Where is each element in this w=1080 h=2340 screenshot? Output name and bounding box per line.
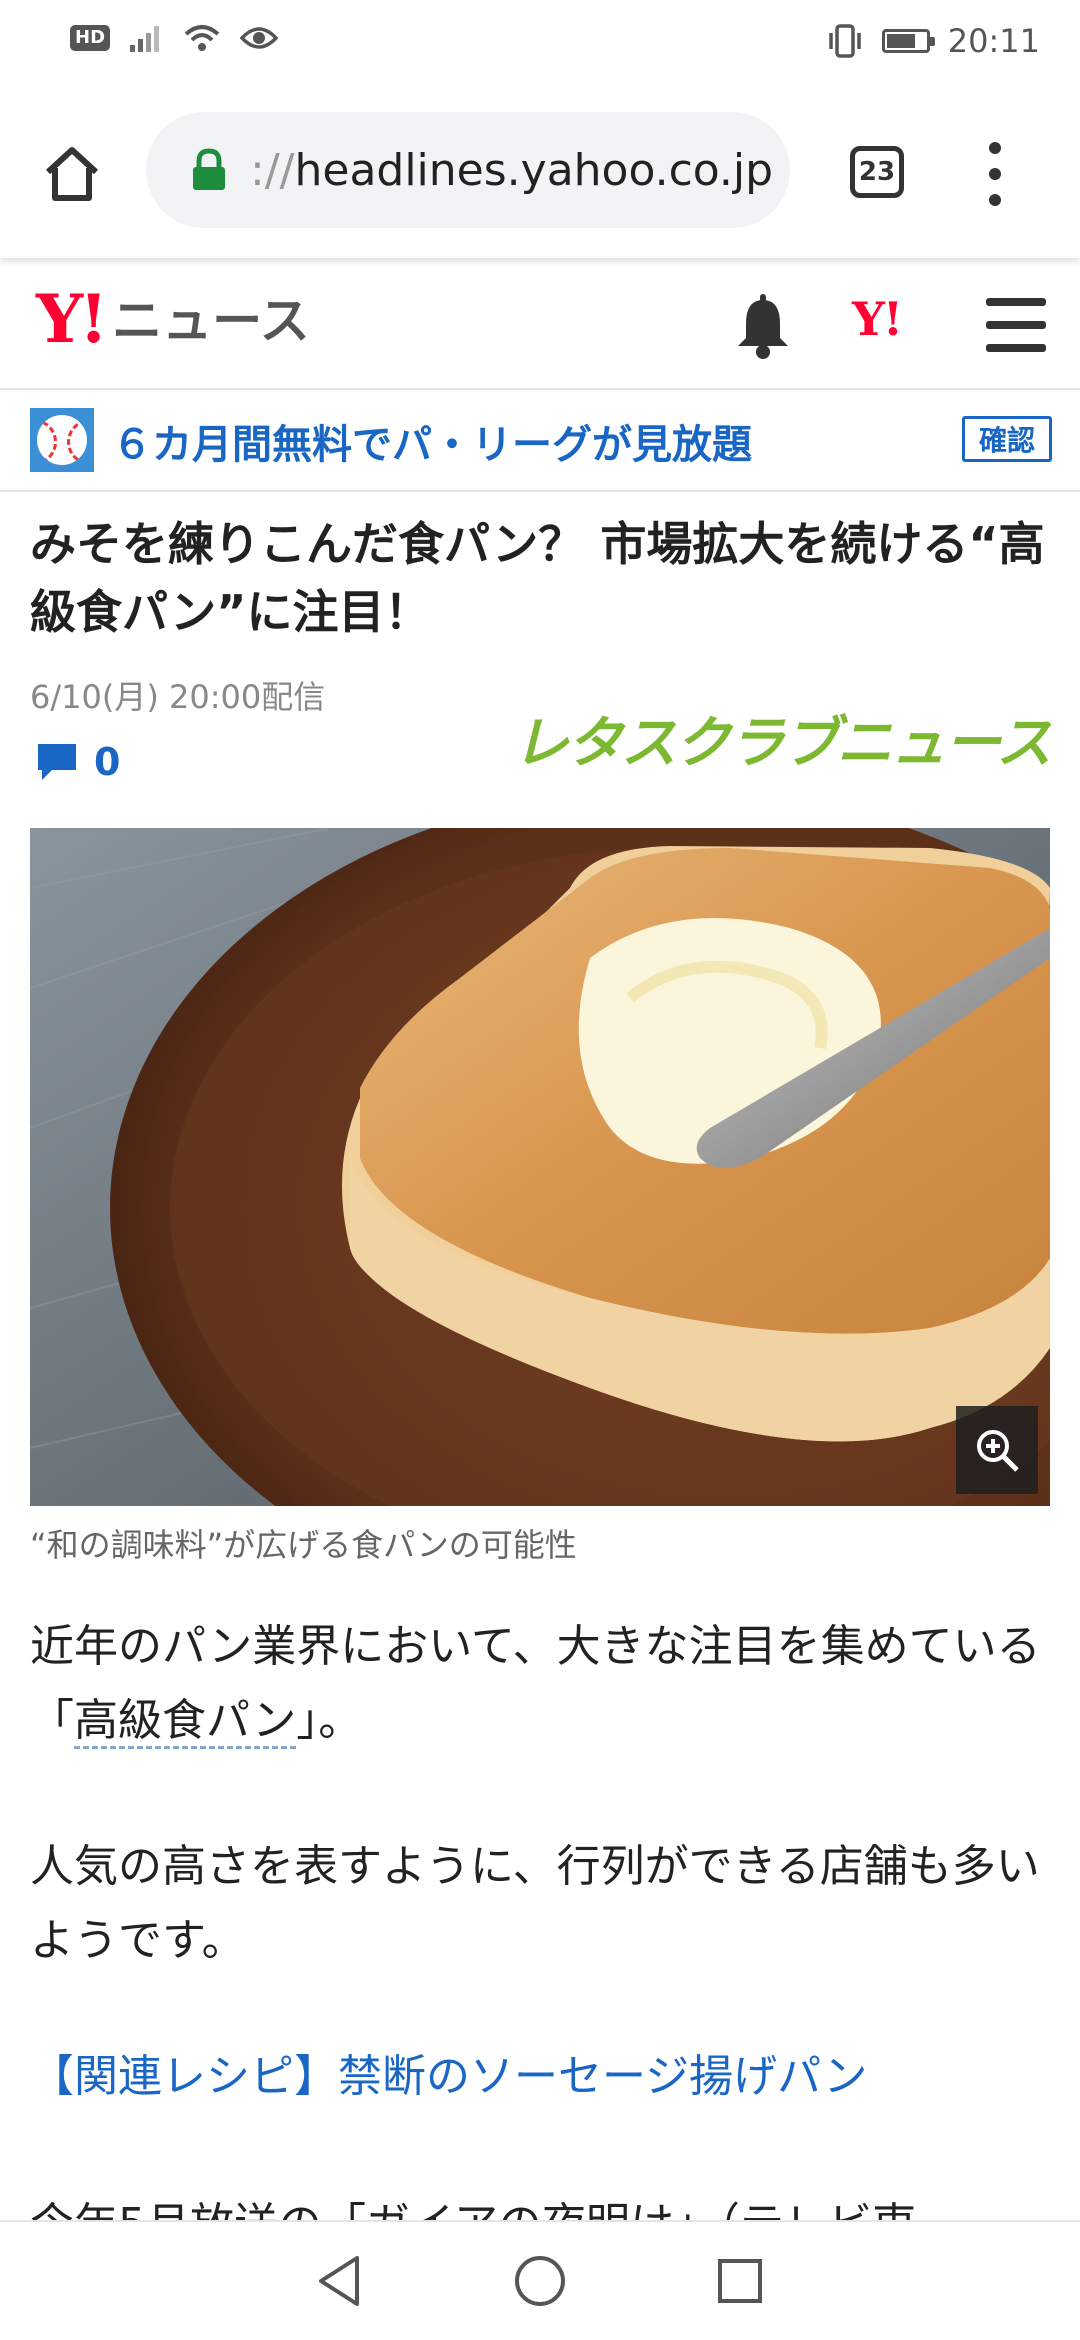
recents-button[interactable] [710, 2251, 770, 2311]
comment-icon [38, 744, 76, 780]
confirm-button[interactable]: 確認 [962, 416, 1052, 462]
baseball-icon [30, 408, 94, 472]
vibrate-icon [829, 24, 861, 58]
hamburger-line [986, 321, 1046, 329]
status-bar: HD 20:11 [0, 0, 1080, 90]
home-button[interactable] [36, 138, 108, 210]
status-right: 20:11 [826, 22, 1040, 60]
article-paragraph-1: 近年のパン業界において、大きな注目を集めている「高級食パン」。 [30, 1610, 1050, 1758]
clock: 20:11 [947, 22, 1040, 60]
paragraph-text: 」。 [296, 1695, 363, 1746]
browser-toolbar: ://headlines.yahoo.co.jp 23 [0, 90, 1080, 258]
dot-icon [989, 142, 1001, 154]
promo-text: ６カ月間無料でパ・リーグが見放題 [112, 422, 752, 468]
battery-icon [881, 29, 935, 53]
source-logo[interactable]: レタスクラブニュース [513, 698, 1052, 779]
url-host: headlines.yahoo.co.jp [294, 144, 774, 196]
tabs-button[interactable]: 23 [850, 146, 904, 198]
article-paragraph-2: 人気の高さを表すように、行列ができる店舗も多いようです。 [30, 1841, 1040, 1966]
logo-y: Y! [36, 280, 108, 358]
zoom-button[interactable] [956, 1406, 1038, 1494]
status-left: HD [70, 22, 279, 54]
yahoo-logo-icon[interactable]: Y! [852, 292, 903, 346]
keyword-link[interactable]: 高級食パン [74, 1695, 297, 1749]
dot-icon [989, 168, 1001, 180]
photo-caption: “和の調味料”が広げる食パンの可能性 [30, 1526, 577, 1564]
home-nav-button[interactable] [510, 2251, 570, 2311]
address-bar[interactable]: ://headlines.yahoo.co.jp [146, 112, 790, 228]
article-photo[interactable] [30, 828, 1050, 1506]
hamburger-line [986, 344, 1046, 352]
site-header: Y! ニュース Y! [0, 258, 1080, 390]
wifi-icon [184, 25, 220, 51]
square-recents-icon [718, 2259, 762, 2303]
home-icon [45, 147, 99, 201]
back-icon [319, 2256, 359, 2306]
overflow-menu-button[interactable] [980, 142, 1010, 206]
hamburger-menu-button[interactable] [986, 298, 1046, 352]
circle-home-icon [515, 2256, 565, 2306]
url-text: ://headlines.yahoo.co.jp [250, 145, 773, 196]
promo-banner[interactable]: ６カ月間無料でパ・リーグが見放題 確認 [0, 390, 1080, 492]
dot-icon [989, 194, 1001, 206]
tab-count: 23 [858, 157, 896, 187]
lock-icon [190, 148, 228, 192]
comment-count: 0 [94, 740, 121, 784]
article-title: みそを練りこんだ食パン？ 市場拡大を続ける“高級食パン”に注目！ [30, 517, 1045, 639]
hd-badge: HD [70, 25, 111, 51]
battery-fill [886, 34, 916, 48]
publish-date: 6/10(月) 20:00配信 [30, 678, 326, 716]
url-scheme: :// [250, 144, 295, 196]
bell-icon [738, 294, 788, 359]
zoom-in-icon [977, 1430, 1019, 1472]
back-button[interactable] [310, 2251, 370, 2311]
notification-button[interactable] [728, 292, 798, 362]
related-recipe-link[interactable]: 【関連レシピ】禁断のソーセージ揚げパン [30, 2040, 867, 2104]
signal-icon [130, 26, 160, 52]
hamburger-line [986, 298, 1046, 306]
logo-news: ニュース [112, 292, 310, 350]
eye-icon [240, 27, 279, 49]
toast-image [30, 828, 1050, 1506]
system-nav-bar [0, 2220, 1080, 2340]
yahoo-news-logo[interactable]: Y! ニュース [36, 284, 310, 354]
comments-link[interactable]: 0 [36, 740, 120, 784]
